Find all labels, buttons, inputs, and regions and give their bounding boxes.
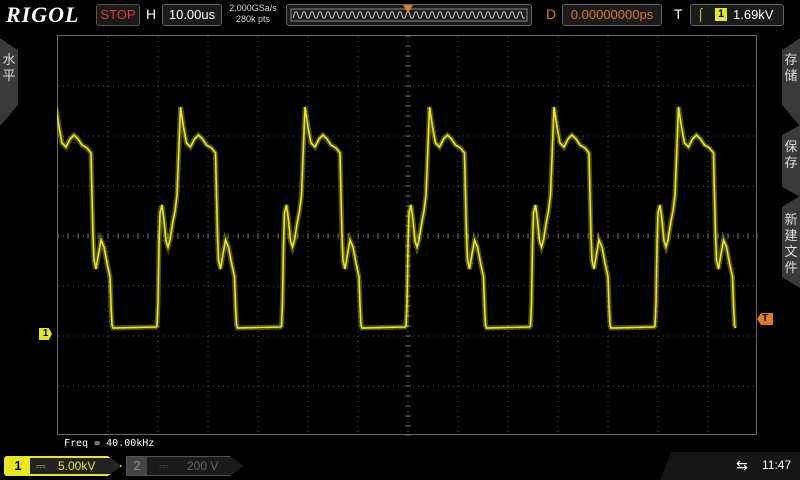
channel2-number: 2 [127,457,147,475]
softkey-save-label: 保存 [784,139,798,170]
trigger-slope-icon: ⌠ [697,7,705,21]
channel2-settings[interactable]: 2 ⎓ 200 V [126,456,244,476]
softkey-save[interactable]: 保存 [782,125,800,197]
trigger-level: 1.69kV [733,7,774,22]
memory-overview-waveform [290,5,528,22]
delay-label: D [546,6,557,22]
softkey-storage-label: 存储 [784,52,798,83]
trigger-level-marker[interactable]: T [757,313,773,325]
channel1-scale: 5.00kV [58,459,96,473]
horizontal-label: H [146,6,157,22]
run-stop-indicator[interactable]: STOP [96,4,140,26]
delay-display[interactable]: 0.00000000ps [562,4,662,26]
memory-overview-bar[interactable] [286,4,532,26]
menu-tab-horizontal-label: 水平 [2,52,16,83]
channel1-waveform [57,106,738,331]
softkey-storage[interactable]: 存储 [782,38,800,126]
trigger-settings[interactable]: ⌠ 1 1.69kV [690,4,784,26]
dc-coupling-icon: ⎓ [36,459,46,473]
channel1-settings[interactable]: 1 ⎓ 5.00kV [4,456,122,476]
channel1-number: 1 [6,458,30,474]
trigger-label: T [674,6,683,22]
top-status-bar: RIGOL STOP H 10.00us 2.000GSa/s 280k pts… [0,0,800,30]
sample-rate: 2.000GSa/s [229,3,277,13]
softkey-new-file[interactable]: 新建文件 [782,196,800,288]
brand-logo: RIGOL [6,2,80,27]
menu-tab-horizontal[interactable]: 水平 [0,38,18,126]
trigger-source-badge: 1 [715,8,727,21]
system-clock: 11:47 [762,458,792,472]
channel1-ground-marker[interactable]: 1 [39,328,52,340]
acquisition-info: 2.000GSa/s 280k pts [226,3,280,25]
timebase-display[interactable]: 10.00us [162,4,222,26]
frequency-measurement: Freq = 40.00kHz [64,438,155,449]
dc-coupling-icon: ⎓ [159,459,169,473]
memory-depth: 280k pts [235,14,271,24]
softkey-new-file-label: 新建文件 [784,212,798,275]
channel2-scale: 200 V [187,459,219,473]
usb-icon: ⇆ [736,457,748,473]
